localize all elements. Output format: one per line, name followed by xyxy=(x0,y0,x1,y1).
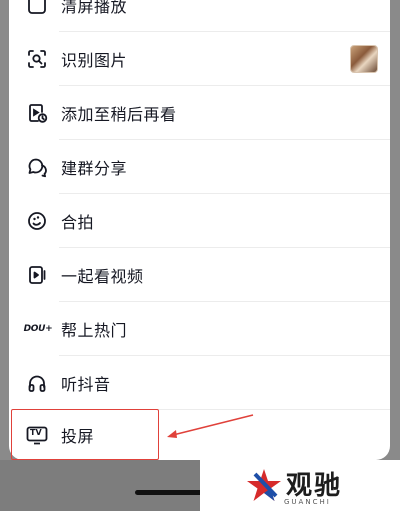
scan-image-icon xyxy=(25,47,49,71)
menu-item-watch-later[interactable]: 添加至稍后再看 xyxy=(9,86,390,140)
menu-item-group-share[interactable]: 建群分享 xyxy=(9,140,390,194)
clear-screen-icon xyxy=(25,0,49,17)
menu-item-listen[interactable]: 听抖音 xyxy=(9,356,390,410)
image-thumbnail xyxy=(350,45,378,73)
duet-icon xyxy=(25,209,49,233)
menu-item-label: 识别图片 xyxy=(61,51,128,70)
menu-item-clear-screen[interactable]: 清屏播放 xyxy=(9,0,390,32)
menu-item-dou-plus[interactable]: DOU+ 帮上热门 xyxy=(9,302,390,356)
menu-item-watch-together[interactable]: 一起看视频 xyxy=(9,248,390,302)
watch-together-icon xyxy=(25,263,49,287)
watermark-subtext: GUANCHI xyxy=(284,498,331,506)
highlight-box xyxy=(11,409,159,460)
headphones-icon xyxy=(25,371,49,395)
more-actions-sheet: 清屏播放 识别图片 添加至稍后再看 建群分享 合拍 一起看视频 DOU+ 帮上热… xyxy=(9,0,390,460)
menu-item-label: 听抖音 xyxy=(61,375,111,394)
menu-item-label: 添加至稍后再看 xyxy=(61,105,177,124)
watch-later-icon xyxy=(25,101,49,125)
menu-item-duet[interactable]: 合拍 xyxy=(9,194,390,248)
menu-item-label: 帮上热门 xyxy=(61,321,128,340)
menu-item-label: 建群分享 xyxy=(61,159,128,178)
menu-item-label: 清屏播放 xyxy=(61,0,128,16)
menu-item-label: 合拍 xyxy=(61,213,95,232)
dou-plus-icon: DOU+ xyxy=(23,324,53,334)
menu-item-label: 一起看视频 xyxy=(61,267,144,286)
watermark: 观驰 GUANCHI xyxy=(200,460,400,511)
annotation-arrow xyxy=(167,414,254,438)
menu-item-scan-image[interactable]: 识别图片 xyxy=(9,32,390,86)
group-share-icon xyxy=(25,155,49,179)
watermark-text: 观驰 xyxy=(286,471,343,501)
star-logo-icon xyxy=(247,469,281,501)
